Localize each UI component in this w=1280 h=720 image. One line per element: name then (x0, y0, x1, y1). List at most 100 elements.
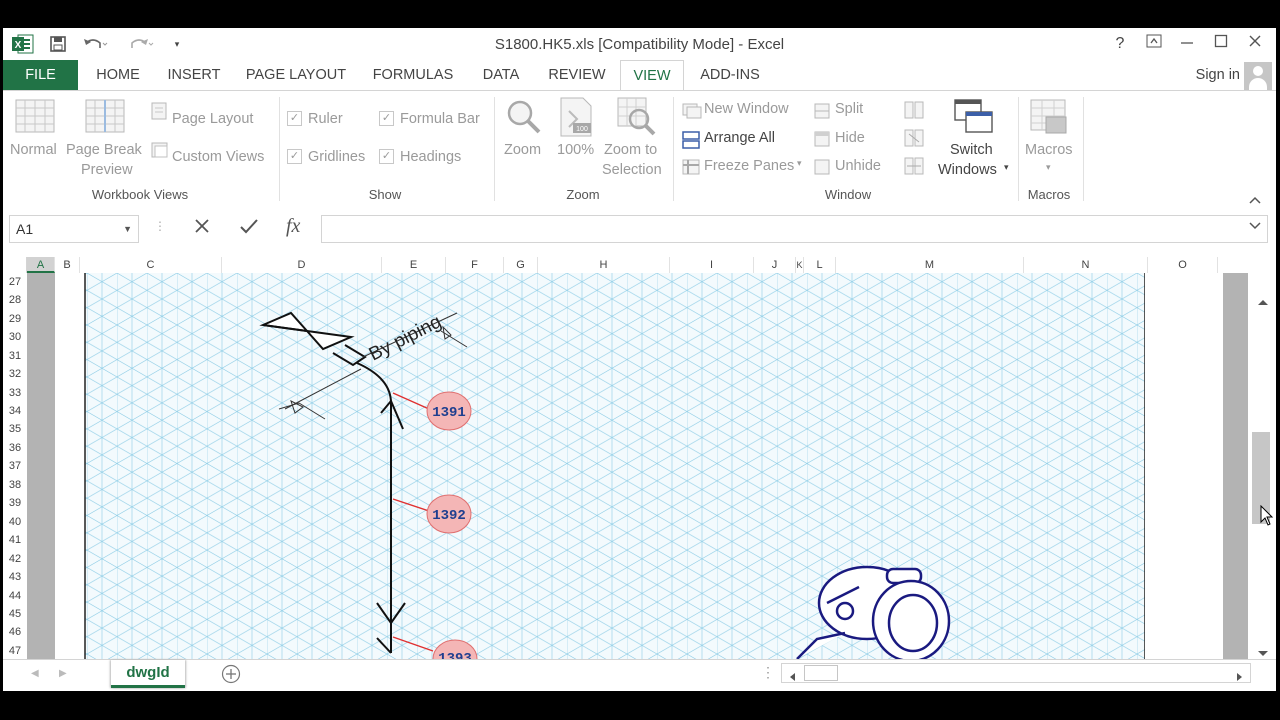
tab-formulas[interactable]: FORMULAS (363, 60, 463, 90)
new-window-button[interactable]: New Window (704, 101, 789, 117)
column-header-e[interactable]: E (382, 257, 446, 273)
row-header[interactable]: 39 (3, 497, 27, 509)
headings-checkbox[interactable]: ✓ (379, 149, 394, 164)
scroll-left-icon[interactable] (788, 669, 796, 687)
column-header-g[interactable]: G (504, 257, 538, 273)
name-box[interactable]: A1 ▼ (9, 215, 139, 243)
row-header[interactable]: 27 (3, 276, 27, 288)
row-header[interactable]: 34 (3, 405, 27, 417)
tab-view[interactable]: VIEW (620, 60, 684, 90)
row-header[interactable]: 30 (3, 331, 27, 343)
column-header-h[interactable]: H (538, 257, 670, 273)
sign-in-link[interactable]: Sign in (1196, 60, 1240, 90)
formula-bar-checkbox[interactable]: ✓ (379, 111, 394, 126)
zoom-to-selection-button[interactable]: Zoom to (604, 142, 657, 158)
balloon-1392-label: 1392 (432, 508, 466, 524)
prev-sheet-icon[interactable]: ◀ (31, 668, 39, 679)
row-header[interactable]: 40 (3, 516, 27, 528)
formula-input[interactable] (321, 215, 1268, 243)
row-header[interactable]: 35 (3, 423, 27, 435)
page-layout-button[interactable]: Page Layout (172, 111, 253, 127)
row-header[interactable]: 41 (3, 534, 27, 546)
ruler-checkbox[interactable]: ✓ (287, 111, 302, 126)
zoom-button[interactable]: Zoom (504, 142, 541, 158)
row-header[interactable]: 46 (3, 626, 27, 638)
confirm-entry-icon[interactable] (239, 217, 259, 240)
column-header-a[interactable]: A (27, 257, 55, 273)
column-header-n[interactable]: N (1024, 257, 1148, 273)
row-header[interactable]: 47 (3, 645, 27, 657)
tab-file[interactable]: FILE (3, 60, 78, 90)
scroll-right-icon[interactable] (1236, 669, 1244, 687)
cancel-entry-icon[interactable] (193, 217, 211, 240)
name-box-dropdown-icon[interactable]: ▼ (123, 216, 132, 242)
help-button[interactable]: ? (1107, 34, 1133, 54)
unhide-icon (814, 159, 830, 180)
arrange-all-button[interactable]: Arrange All (704, 130, 775, 146)
tab-data[interactable]: DATA (473, 60, 529, 90)
formula-bar-grip-icon[interactable]: ⋮ (154, 219, 166, 233)
row-header[interactable]: 42 (3, 553, 27, 565)
row-header[interactable]: 44 (3, 590, 27, 602)
page-break-preview-button[interactable]: Page Break (66, 142, 142, 158)
select-all-corner[interactable] (3, 257, 27, 273)
tab-review[interactable]: REVIEW (539, 60, 615, 90)
gridlines-checkbox[interactable]: ✓ (287, 149, 302, 164)
horizontal-scroll-thumb[interactable] (804, 665, 838, 681)
normal-view-button[interactable]: Normal (10, 142, 57, 158)
sheet-tab-dwgid[interactable]: dwgId (111, 660, 185, 688)
tab-split-grip-icon[interactable]: ⋮ (761, 664, 775, 681)
row-header[interactable]: 28 (3, 294, 27, 306)
column-header-d[interactable]: D (222, 257, 382, 273)
reset-window-position-icon[interactable] (904, 157, 924, 180)
synchronous-scrolling-icon[interactable] (904, 129, 924, 152)
hide-button[interactable]: Hide (835, 130, 865, 146)
column-header-k[interactable]: K (796, 257, 804, 273)
column-header-j[interactable]: J (754, 257, 796, 273)
close-icon[interactable] (1242, 34, 1268, 54)
horizontal-scrollbar[interactable] (781, 663, 1251, 683)
row-header[interactable]: 37 (3, 460, 27, 472)
freeze-panes-dropdown-icon[interactable]: ▾ (797, 158, 802, 169)
tab-home[interactable]: HOME (87, 60, 149, 90)
ribbon-display-options-icon[interactable] (1141, 34, 1167, 54)
view-side-by-side-icon[interactable] (904, 101, 924, 124)
expand-formula-bar-icon[interactable] (1249, 222, 1261, 233)
new-sheet-icon[interactable] (221, 664, 241, 689)
switch-windows-dropdown-icon[interactable]: ▾ (1004, 162, 1009, 173)
unhide-button[interactable]: Unhide (835, 158, 881, 174)
row-header[interactable]: 29 (3, 313, 27, 325)
row-header[interactable]: 32 (3, 368, 27, 380)
column-header-i[interactable]: I (670, 257, 754, 273)
column-header-m[interactable]: M (836, 257, 1024, 273)
scroll-up-icon[interactable] (1257, 293, 1269, 311)
tab-page-layout[interactable]: PAGE LAYOUT (239, 60, 353, 90)
column-header-b[interactable]: B (55, 257, 80, 273)
column-header-l[interactable]: L (804, 257, 836, 273)
minimize-icon[interactable] (1174, 34, 1200, 54)
tab-insert[interactable]: INSERT (159, 60, 229, 90)
split-button[interactable]: Split (835, 101, 863, 117)
row-header[interactable]: 33 (3, 387, 27, 399)
maximize-icon[interactable] (1208, 34, 1234, 54)
freeze-panes-button[interactable]: Freeze Panes (704, 158, 794, 174)
row-header[interactable]: 31 (3, 350, 27, 362)
next-sheet-icon[interactable]: ▶ (59, 668, 67, 679)
column-header-o[interactable]: O (1148, 257, 1218, 273)
row-header[interactable]: 38 (3, 479, 27, 491)
macros-button[interactable]: Macros (1025, 142, 1073, 158)
sheet-grid[interactable]: By piping 1391 1392 1393 (27, 273, 1248, 659)
zoom-100-button[interactable]: 100% (557, 142, 594, 158)
insert-function-icon[interactable]: fx (286, 215, 300, 238)
switch-windows-button[interactable]: Switch (950, 142, 993, 158)
column-header-c[interactable]: C (80, 257, 222, 273)
custom-views-button[interactable]: Custom Views (172, 149, 264, 165)
row-header[interactable]: 45 (3, 608, 27, 620)
macros-dropdown-icon[interactable]: ▾ (1046, 162, 1051, 173)
vertical-scrollbar[interactable] (1248, 257, 1276, 659)
tab-add-ins[interactable]: ADD-INS (693, 60, 767, 90)
column-header-f[interactable]: F (446, 257, 504, 273)
row-header[interactable]: 36 (3, 442, 27, 454)
avatar[interactable] (1244, 62, 1272, 90)
row-header[interactable]: 43 (3, 571, 27, 583)
